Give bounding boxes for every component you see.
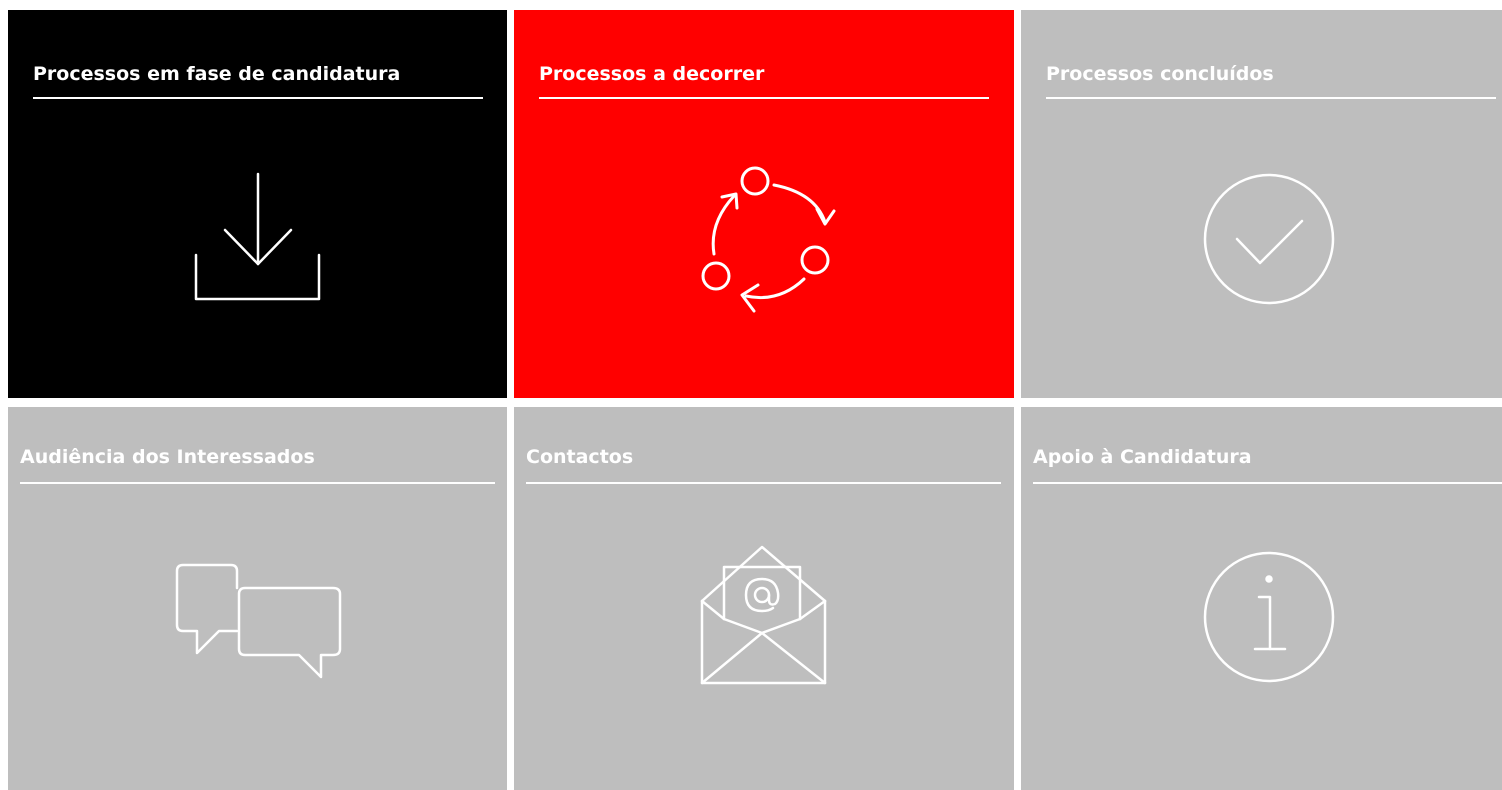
chat-bubbles-icon <box>175 563 345 683</box>
title-divider <box>20 482 495 484</box>
check-circle-icon <box>1202 172 1336 306</box>
tile-title: Processos a decorrer <box>539 63 765 85</box>
tile-title: Processos concluídos <box>1046 63 1274 85</box>
tile-title: Processos em fase de candidatura <box>33 63 401 85</box>
tile-title: Audiência dos Interessados <box>20 446 315 468</box>
tile-title: Contactos <box>526 446 634 468</box>
envelope-at-icon <box>700 545 830 689</box>
title-divider <box>539 97 989 99</box>
info-circle-icon <box>1203 550 1336 684</box>
tile-audiencia-interessados[interactable]: Audiência dos Interessados <box>8 407 507 790</box>
title-divider <box>33 97 483 99</box>
cycle-icon <box>694 163 844 323</box>
tile-processos-decorrer[interactable]: Processos a decorrer <box>514 10 1014 398</box>
tile-processos-concluidos[interactable]: Processos concluídos <box>1021 10 1502 398</box>
tile-apoio-candidatura[interactable]: Apoio à Candidatura <box>1021 407 1502 790</box>
title-divider <box>1033 482 1502 484</box>
tile-processos-candidatura[interactable]: Processos em fase de candidatura <box>8 10 507 398</box>
title-divider <box>1046 97 1496 99</box>
title-divider <box>526 482 1001 484</box>
download-icon <box>194 172 322 302</box>
tile-contactos[interactable]: Contactos <box>514 407 1014 790</box>
tile-title: Apoio à Candidatura <box>1033 446 1252 468</box>
